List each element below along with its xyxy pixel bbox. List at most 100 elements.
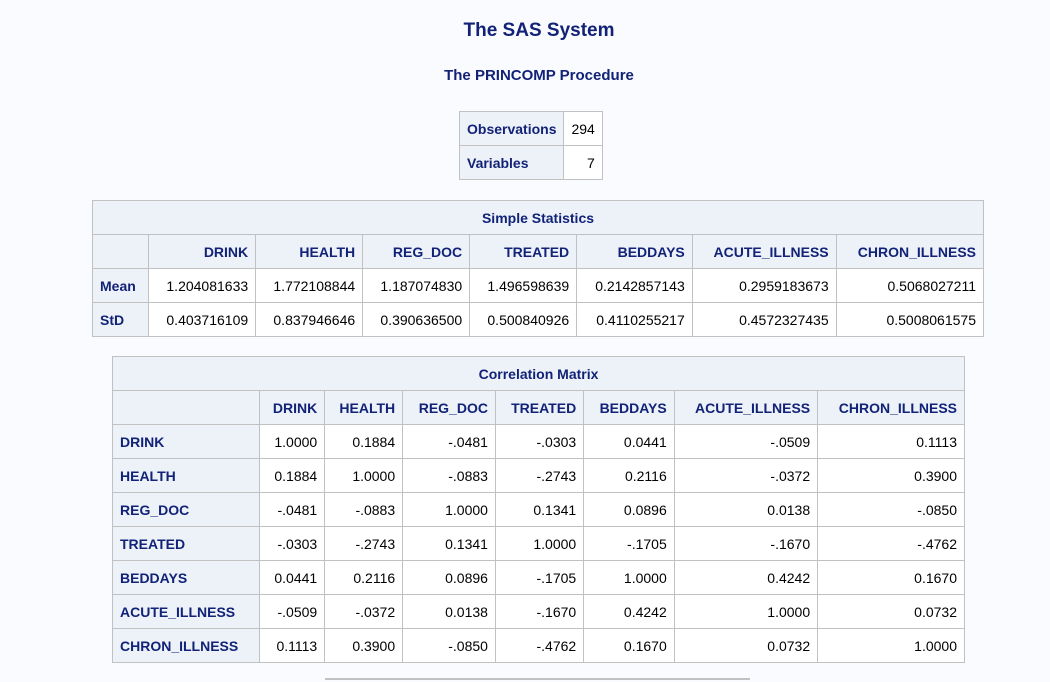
data-cell: 0.2116 [583, 458, 675, 493]
column-header: TREATED [469, 234, 578, 269]
header-row: DRINK HEALTH REG_DOC TREATED BEDDAYS ACUTE_IL… [112, 390, 965, 425]
data-cell: -.2743 [324, 526, 404, 561]
corner-cell [112, 390, 260, 425]
data-cell: -.0883 [402, 458, 496, 493]
column-header: TREATED [494, 390, 585, 425]
data-cell: 0.0441 [583, 424, 675, 459]
data-cell: 0.4572327435 [691, 302, 837, 337]
column-header: HEALTH [255, 234, 364, 269]
summary-row: Variables 7 [458, 145, 603, 180]
table-row: ACUTE_ILLNESS -.0509 -.0372 0.0138 -.1670 0.4… [112, 594, 965, 629]
data-cell: 0.2142857143 [576, 268, 693, 303]
data-cell: -.0481 [258, 492, 326, 527]
summary-label: Variables [458, 145, 565, 180]
data-cell: -.1670 [673, 526, 819, 561]
row-header: BEDDAYS [112, 560, 260, 595]
data-cell: 0.390636500 [362, 302, 471, 337]
data-cell: 0.1670 [817, 560, 965, 595]
data-cell: -.0481 [402, 424, 496, 459]
data-cell: -.1670 [494, 594, 585, 629]
data-cell: 0.1884 [324, 424, 404, 459]
data-cell: 0.1884 [258, 458, 326, 493]
data-cell: 1.0000 [673, 594, 819, 629]
data-cell: 0.5008061575 [835, 302, 985, 337]
row-header: Mean [91, 268, 150, 303]
data-cell: -.2743 [494, 458, 585, 493]
table-row: REG_DOC -.0481 -.0883 1.0000 0.1341 0.0896 0.0… [112, 492, 965, 527]
data-cell: -.0850 [402, 628, 496, 663]
data-cell: 0.0138 [402, 594, 496, 629]
column-header: BEDDAYS [576, 234, 693, 269]
data-cell: 0.0138 [673, 492, 819, 527]
summary-value: 294 [563, 111, 603, 146]
data-cell: 0.1113 [258, 628, 326, 663]
data-cell: -.1705 [494, 560, 585, 595]
row-header: TREATED [112, 526, 260, 561]
row-header: StD [91, 302, 150, 337]
row-header: ACUTE_ILLNESS [112, 594, 260, 629]
data-cell: 0.0896 [402, 560, 496, 595]
data-cell: 1.0000 [583, 560, 675, 595]
data-cell: -.0883 [324, 492, 404, 527]
data-cell: 0.1670 [583, 628, 675, 663]
summary-label: Observations [458, 111, 565, 146]
data-cell: -.0303 [258, 526, 326, 561]
data-cell: 1.0000 [324, 458, 404, 493]
data-cell: 0.403716109 [148, 302, 257, 337]
data-cell: 0.5068027211 [835, 268, 985, 303]
caption-row: Simple Statistics [92, 200, 984, 235]
summary-row: Observations 294 [458, 111, 603, 146]
data-cell: 0.1341 [402, 526, 496, 561]
header-row: DRINK HEALTH REG_DOC TREATED BEDDAYS ACUTE_IL… [91, 234, 985, 269]
table-row: Mean 1.204081633 1.772108844 1.187074830 1.4… [91, 268, 985, 303]
data-cell: 0.2116 [324, 560, 404, 595]
data-cell: 0.0441 [258, 560, 326, 595]
column-header: ACUTE_ILLNESS [673, 390, 819, 425]
table-row: StD 0.403716109 0.837946646 0.390636500 0.50… [91, 302, 985, 337]
table-caption: Simple Statistics [92, 200, 984, 235]
column-header: DRINK [148, 234, 257, 269]
data-cell: 1.772108844 [255, 268, 364, 303]
table-row: HEALTH 0.1884 1.0000 -.0883 -.2743 0.2116 -.03… [112, 458, 965, 493]
data-cell: 1.204081633 [148, 268, 257, 303]
column-header: REG_DOC [402, 390, 496, 425]
data-cell: 0.1113 [817, 424, 965, 459]
column-header: DRINK [258, 390, 326, 425]
row-header: CHRON_ILLNESS [112, 628, 260, 663]
data-cell: -.4762 [494, 628, 585, 663]
table-caption: Correlation Matrix [112, 356, 965, 391]
data-cell: 0.4242 [583, 594, 675, 629]
column-header: HEALTH [324, 390, 404, 425]
caption-row: Correlation Matrix [112, 356, 965, 391]
column-header: CHRON_ILLNESS [817, 390, 965, 425]
data-cell: 1.0000 [258, 424, 326, 459]
data-cell: -.0850 [817, 492, 965, 527]
row-header: HEALTH [112, 458, 260, 493]
data-cell: 0.3900 [817, 458, 965, 493]
data-cell: 0.1341 [494, 492, 585, 527]
next-table-border [325, 678, 750, 680]
data-cell: -.1705 [583, 526, 675, 561]
summary-table: Observations 294 Variables 7 [458, 111, 603, 180]
data-cell: -.0303 [494, 424, 585, 459]
data-cell: 1.0000 [494, 526, 585, 561]
table-row: CHRON_ILLNESS 0.1113 0.3900 -.0850 -.4762 0.1… [112, 628, 965, 663]
row-header: REG_DOC [112, 492, 260, 527]
data-cell: 0.4242 [673, 560, 819, 595]
data-cell: -.0372 [673, 458, 819, 493]
data-cell: 0.2959183673 [691, 268, 837, 303]
data-cell: -.0372 [324, 594, 404, 629]
page-title: The SAS System [463, 20, 615, 41]
correlation-matrix-table: Correlation Matrix DRINK HEALTH REG_DOC TREA… [112, 356, 965, 663]
data-cell: 0.500840926 [469, 302, 578, 337]
data-cell: -.4762 [817, 526, 965, 561]
column-header: BEDDAYS [583, 390, 675, 425]
column-header: ACUTE_ILLNESS [691, 234, 837, 269]
data-cell: -.0509 [258, 594, 326, 629]
data-cell: 0.3900 [324, 628, 404, 663]
data-cell: 0.0896 [583, 492, 675, 527]
procedure-subtitle: The PRINCOMP Procedure [444, 67, 634, 84]
data-cell: 1.496598639 [469, 268, 578, 303]
table-row: TREATED -.0303 -.2743 0.1341 1.0000 -.1705 -.1… [112, 526, 965, 561]
data-cell: 0.0732 [673, 628, 819, 663]
